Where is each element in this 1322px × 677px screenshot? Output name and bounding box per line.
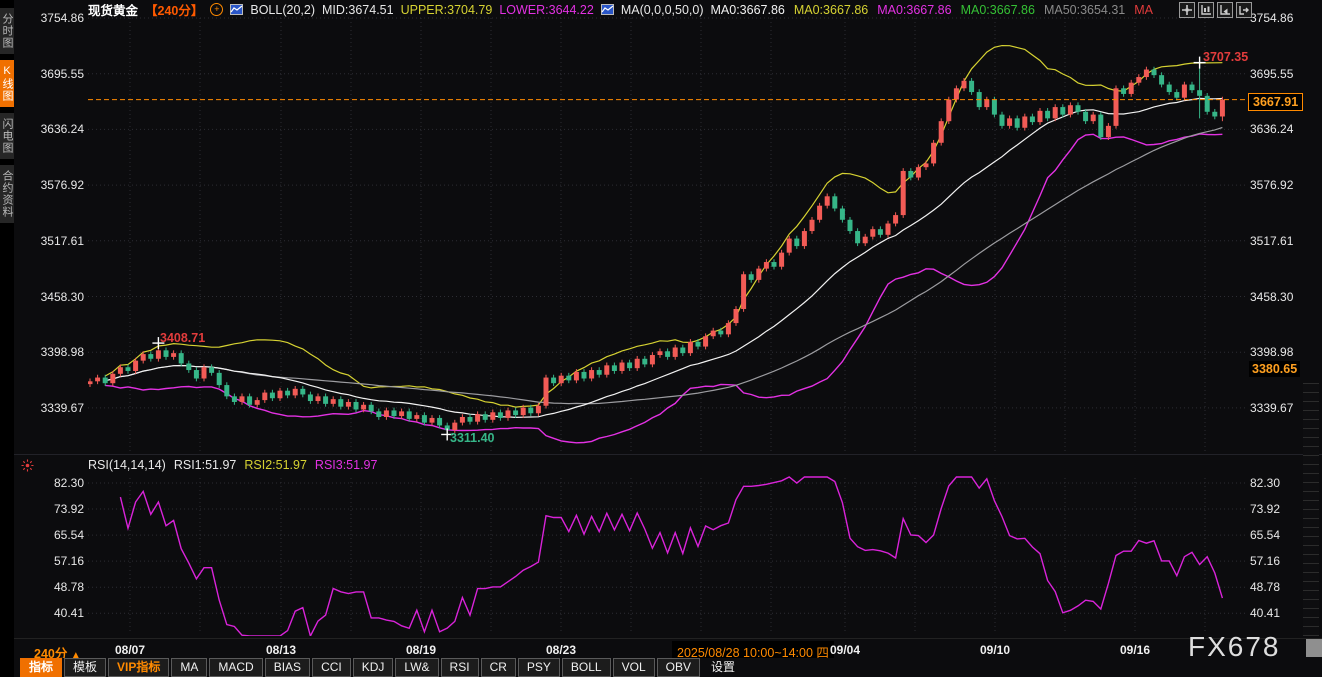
exit-window-icon[interactable] xyxy=(1236,2,1252,18)
y-axis-tick: 3636.24 xyxy=(32,122,84,136)
y-axis-tick: 82.30 xyxy=(1250,476,1302,490)
sidebar-tab-4[interactable]: 合约资料 xyxy=(0,165,14,223)
rsi-indicator-header: RSI(14,14,14) RSI1:51.97 RSI2:51.97 RSI3… xyxy=(88,458,377,472)
toolbar-button-BOLL[interactable]: BOLL xyxy=(562,658,611,677)
y-axis-tick: 3398.98 xyxy=(1250,345,1302,359)
rsi1-value: RSI1:51.97 xyxy=(174,458,237,472)
time-axis: 240分 ▲ 2025/08/28 10:00~14:00 四 08/0708/… xyxy=(0,638,1322,659)
y-axis-tick: 3695.55 xyxy=(1250,67,1302,81)
y-axis-tick: 3517.61 xyxy=(1250,234,1302,248)
indicator-toolbar: 指标模板VIP指标MAMACDBIASCCIKDJLW&RSICRPSYBOLL… xyxy=(0,658,1322,677)
y-axis-tick: 48.78 xyxy=(1250,580,1302,594)
ma-value-5: MA50:3654.31 xyxy=(1044,3,1125,17)
sidebar-tab-1[interactable]: 分时图 xyxy=(0,8,14,54)
y-axis-tick: 3636.24 xyxy=(1250,122,1302,136)
toolbar-button-BIAS[interactable]: BIAS xyxy=(265,658,310,677)
period-label: 【240分】 xyxy=(145,0,203,19)
y-axis-tick: 3754.86 xyxy=(1250,11,1302,25)
window-controls xyxy=(1179,2,1252,18)
y-axis-tick: 3339.67 xyxy=(32,401,84,415)
boll-label: BOLL(20,2) xyxy=(250,3,315,17)
rsi3-value: RSI3:51.97 xyxy=(315,458,378,472)
toolbar-button-PSY[interactable]: PSY xyxy=(518,658,560,677)
x-axis-tick: 09/16 xyxy=(1120,643,1150,657)
y-axis-tick: 82.30 xyxy=(32,476,84,490)
ma-values: MA0:3667.86 MA0:3667.86 MA0:3667.86 MA0:366… xyxy=(711,3,1154,17)
toolbar-button-LW&[interactable]: LW& xyxy=(395,658,438,677)
chart-type-sidebar: 分时图 K线图闪电图合约资料 xyxy=(0,0,14,677)
move-layout-icon[interactable] xyxy=(1179,2,1195,18)
indicator-info-bar: 现货黄金 【240分】 + BOLL(20,2) MID:3674.51 UPP… xyxy=(88,1,1153,18)
y-axis-tick: 73.92 xyxy=(1250,502,1302,516)
toolbar-button-模板[interactable]: 模板 xyxy=(64,658,106,677)
sidebar-tab-3[interactable]: 闪电图 xyxy=(0,113,14,159)
boll-mid-value: MID:3674.51 xyxy=(322,3,394,17)
ma-value-2: MA0:3667.86 xyxy=(794,3,868,17)
toolbar-button-MA[interactable]: MA xyxy=(171,658,207,677)
ma-chart-icon[interactable] xyxy=(601,4,614,15)
y-axis-tick: 57.16 xyxy=(32,554,84,568)
chart-canvas[interactable] xyxy=(0,0,1322,658)
watermark: FX678 xyxy=(1188,631,1281,663)
toolbar-button-设置[interactable]: 设置 xyxy=(702,658,744,677)
y-axis-tick: 3398.98 xyxy=(32,345,84,359)
y-axis-tick: 3695.55 xyxy=(32,67,84,81)
x-axis-tick: 08/07 xyxy=(115,643,145,657)
toolbar-button-KDJ[interactable]: KDJ xyxy=(353,658,394,677)
ma-value-3: MA0:3667.86 xyxy=(877,3,951,17)
rsi2-value: RSI2:51.97 xyxy=(244,458,307,472)
y-axis-tick: 3458.30 xyxy=(32,290,84,304)
boll-lower-value: LOWER:3644.22 xyxy=(499,3,594,17)
y-axis-tick: 40.41 xyxy=(1250,606,1302,620)
vertical-scrollbar[interactable] xyxy=(1303,383,1319,636)
y-axis-tick: 3576.92 xyxy=(1250,178,1302,192)
x-axis-tick: 08/23 xyxy=(546,643,576,657)
scrollbar-corner-handle[interactable] xyxy=(1306,639,1322,657)
y-axis-tick: 3754.86 xyxy=(32,11,84,25)
session-high-price-label: 3707.35 xyxy=(1203,50,1248,64)
session-low-price-label: 3311.40 xyxy=(450,431,495,445)
add-indicator-icon[interactable]: + xyxy=(210,3,223,16)
rsi-label: RSI(14,14,14) xyxy=(88,458,166,472)
y-axis-tick: 65.54 xyxy=(1250,528,1302,542)
toolbar-button-CR[interactable]: CR xyxy=(481,658,516,677)
toolbar-button-CCI[interactable]: CCI xyxy=(312,658,351,677)
ma-value-6: MA xyxy=(1134,3,1153,17)
y-axis-tick: 57.16 xyxy=(1250,554,1302,568)
x-axis-tick: 09/04 xyxy=(830,643,860,657)
x-axis-tick: 09/10 xyxy=(980,643,1010,657)
toolbar-button-指标[interactable]: 指标 xyxy=(20,658,62,677)
y-axis-tick: 48.78 xyxy=(32,580,84,594)
y-axis-tick: 40.41 xyxy=(32,606,84,620)
y-axis-tick: 3458.30 xyxy=(1250,290,1302,304)
y-axis-tick: 3339.67 xyxy=(1250,401,1302,415)
toolbar-button-MACD[interactable]: MACD xyxy=(209,658,262,677)
sidebar-tab-2[interactable]: K线图 xyxy=(0,60,14,107)
toolbar-button-VOL[interactable]: VOL xyxy=(613,658,655,677)
zoom-out-chart-icon[interactable] xyxy=(1198,2,1214,18)
toolbar-button-VIP指标[interactable]: VIP指标 xyxy=(108,658,169,677)
ma-label: MA(0,0,0,50,0) xyxy=(621,3,704,17)
ma-value-1: MA0:3667.86 xyxy=(711,3,785,17)
zoom-in-chart-icon[interactable] xyxy=(1217,2,1233,18)
current-price-badge: 3667.91 xyxy=(1248,93,1303,111)
y-axis-tick: 3576.92 xyxy=(32,178,84,192)
x-axis-tick: 08/19 xyxy=(406,643,436,657)
trading-app: 分时图 K线图闪电图合约资料 现货黄金 【240分】 + BOLL(20,2) M… xyxy=(0,0,1322,677)
y-axis-tick: 65.54 xyxy=(32,528,84,542)
boll-chart-icon[interactable] xyxy=(230,4,243,15)
y-axis-tick: 73.92 xyxy=(32,502,84,516)
left-peak-price-label: 3408.71 xyxy=(160,331,205,345)
ma-value-4: MA0:3667.86 xyxy=(961,3,1035,17)
x-axis-tick: 08/13 xyxy=(266,643,296,657)
boll-upper-value: UPPER:3704.79 xyxy=(401,3,493,17)
panel-divider xyxy=(0,454,1322,455)
reference-price-badge: 3380.65 xyxy=(1249,361,1300,377)
toolbar-button-OBV[interactable]: OBV xyxy=(657,658,700,677)
y-axis-tick: 3517.61 xyxy=(32,234,84,248)
toolbar-button-RSI[interactable]: RSI xyxy=(441,658,479,677)
symbol-name: 现货黄金 xyxy=(88,0,138,19)
indicator-settings-icon[interactable] xyxy=(21,459,34,472)
